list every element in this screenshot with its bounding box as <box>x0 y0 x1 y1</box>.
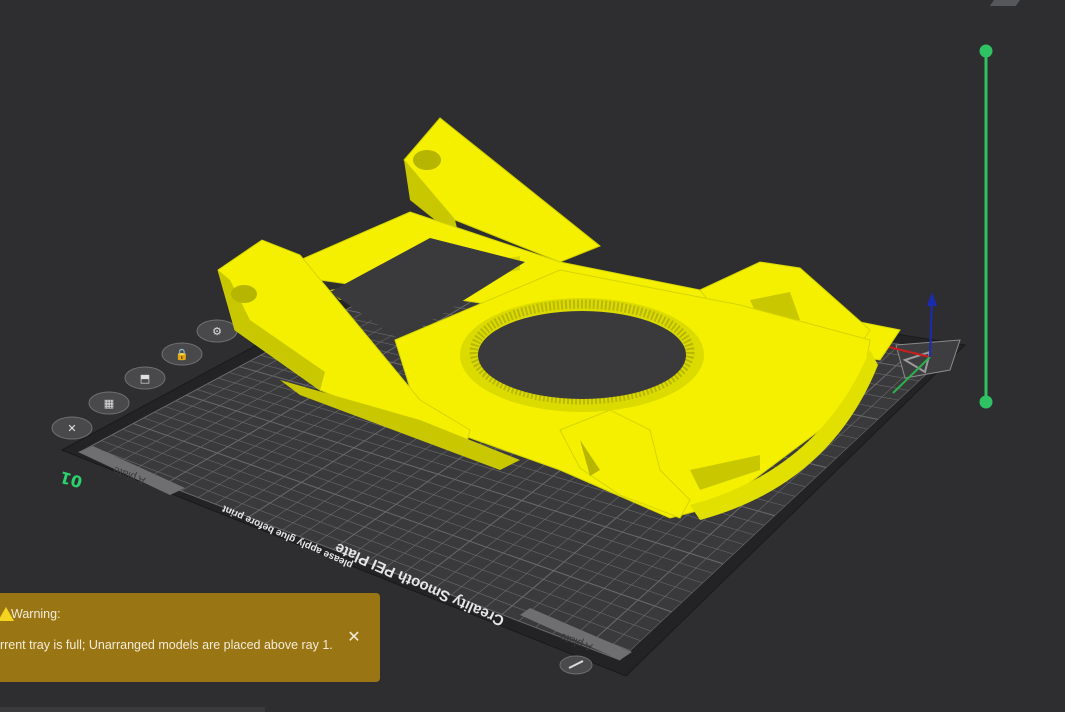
close-plate-icon: ✕ <box>67 422 76 435</box>
settings-plate-button[interactable]: ⚙ <box>196 319 238 343</box>
warning-title: Warning: <box>11 607 61 621</box>
z-axis-arrow <box>927 292 937 306</box>
settings-plate-icon: ⚙ <box>212 325 222 338</box>
close-icon[interactable]: ✕ <box>346 630 362 646</box>
arrange-plate-button[interactable]: ▦ <box>88 391 130 415</box>
arrange-plate-icon: ▦ <box>104 397 114 410</box>
close-plate-button[interactable]: ✕ <box>51 416 93 440</box>
lock-plate-icon: 🔒 <box>175 348 189 361</box>
bottom-panel-edge <box>0 707 265 712</box>
warning-notification: Warning: urrent tray is full; Unarranged… <box>0 593 380 682</box>
layer-slider-bottom-handle[interactable] <box>979 395 993 409</box>
lock-plate-button[interactable]: 🔒 <box>161 342 203 366</box>
orient-plate-button[interactable]: ⬒ <box>124 366 166 390</box>
warning-message: urrent tray is full; Unarranged models a… <box>0 638 333 652</box>
3d-viewport[interactable]: A plate A plate Creality Smooth PEI Plat… <box>0 0 1065 712</box>
layer-slider-top-handle[interactable] <box>979 44 993 58</box>
orient-plate-icon: ⬒ <box>140 372 150 385</box>
